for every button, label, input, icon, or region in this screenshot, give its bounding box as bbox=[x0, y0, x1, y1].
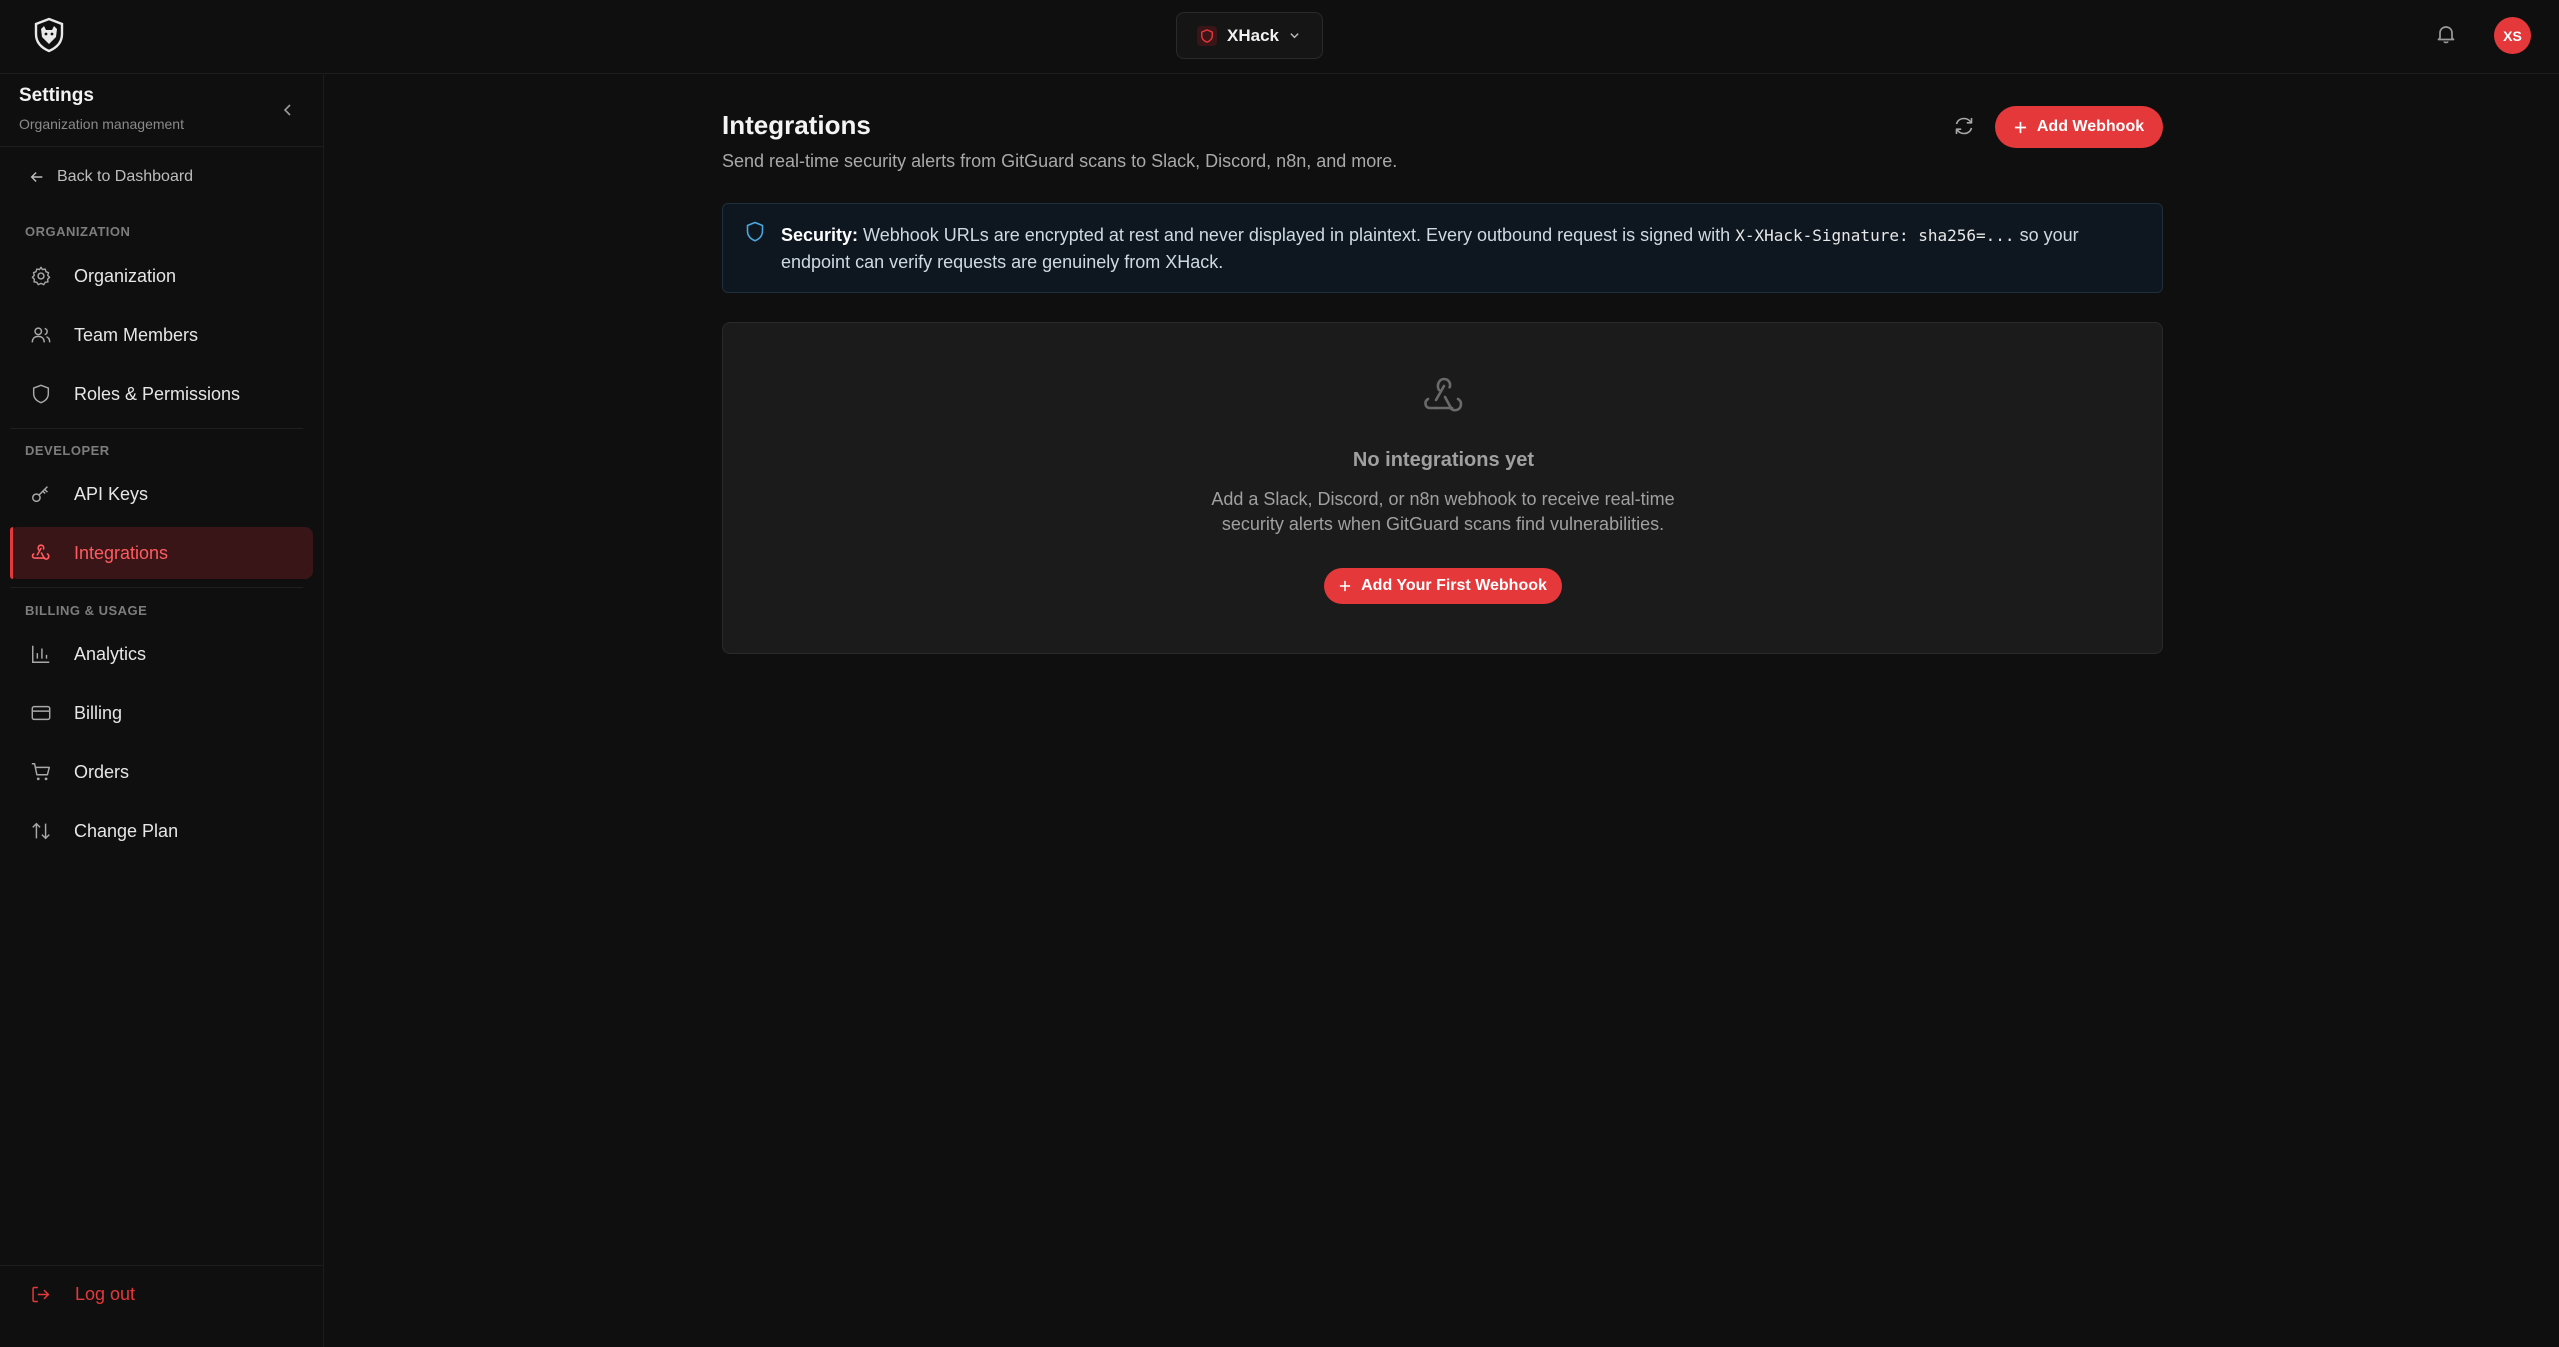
empty-state-card: No integrations yet Add a Slack, Discord… bbox=[722, 322, 2163, 654]
sidebar-subtitle: Organization management bbox=[19, 116, 184, 132]
bell-icon[interactable] bbox=[2434, 22, 2458, 46]
org-switcher[interactable]: XHack bbox=[1176, 12, 1323, 59]
sidebar-divider bbox=[10, 587, 303, 588]
section-label-billing-usage: BILLING & USAGE bbox=[25, 603, 148, 618]
empty-state-description: Add a Slack, Discord, or n8n webhook to … bbox=[1211, 489, 1675, 534]
sidebar-header: Settings Organization management bbox=[0, 75, 323, 147]
sidebar-item-label: Organization bbox=[74, 265, 177, 286]
webhook-icon bbox=[1420, 373, 1468, 419]
add-first-webhook-button[interactable]: Add Your First Webhook bbox=[1324, 568, 1562, 604]
security-notice: Security: Webhook URLs are encrypted at … bbox=[722, 203, 2163, 293]
user-avatar[interactable]: XS bbox=[2494, 17, 2531, 54]
section-label-organization: ORGANIZATION bbox=[25, 224, 131, 239]
shield-icon bbox=[745, 221, 765, 243]
notice-bold: Security: bbox=[781, 225, 859, 245]
sidebar-item-organization[interactable]: Organization bbox=[10, 250, 313, 302]
sidebar-item-orders[interactable]: Orders bbox=[10, 746, 313, 798]
sidebar-item-label: Analytics bbox=[74, 643, 147, 664]
sidebar-item-team-members[interactable]: Team Members bbox=[10, 309, 313, 361]
back-to-dashboard-link[interactable]: Back to Dashboard bbox=[29, 168, 193, 186]
sidebar-item-api-keys[interactable]: API Keys bbox=[10, 468, 313, 520]
logout-icon bbox=[30, 1284, 51, 1305]
sidebar-divider bbox=[10, 428, 303, 429]
org-shield-icon bbox=[1197, 25, 1217, 46]
sidebar: Settings Organization management Back to… bbox=[0, 75, 324, 1347]
sidebar-item-roles-permissions[interactable]: Roles & Permissions bbox=[10, 368, 313, 420]
sidebar-item-analytics[interactable]: Analytics bbox=[10, 628, 313, 680]
sidebar-item-label: Orders bbox=[74, 761, 130, 782]
org-name: XHack bbox=[1227, 25, 1279, 45]
cart-icon bbox=[30, 761, 52, 783]
sidebar-footer-divider bbox=[0, 1265, 323, 1266]
logout-button[interactable]: Log out bbox=[30, 1284, 135, 1305]
refresh-icon[interactable] bbox=[1952, 114, 1976, 138]
section-label-developer: DEVELOPER bbox=[25, 443, 110, 458]
plus-icon bbox=[2014, 121, 2027, 134]
sidebar-item-label: Integrations bbox=[74, 542, 169, 563]
gear-icon bbox=[30, 265, 52, 287]
notice-text-part: Webhook URLs are encrypted at rest and n… bbox=[858, 225, 1736, 245]
logout-label: Log out bbox=[75, 1284, 136, 1304]
sidebar-item-label: Roles & Permissions bbox=[74, 383, 241, 404]
logo-icon[interactable] bbox=[31, 17, 67, 53]
users-icon bbox=[30, 324, 52, 346]
empty-state-title: No integrations yet bbox=[1352, 449, 1535, 471]
sidebar-item-billing[interactable]: Billing bbox=[10, 687, 313, 739]
arrows-up-down-icon bbox=[30, 820, 52, 842]
back-to-dashboard-label: Back to Dashboard bbox=[57, 168, 194, 185]
sidebar-item-label: Billing bbox=[74, 702, 123, 723]
sidebar-item-integrations[interactable]: Integrations bbox=[10, 527, 313, 579]
shield-icon bbox=[30, 383, 52, 405]
webhook-icon bbox=[30, 542, 52, 564]
signature-header-code: X-XHack-Signature: sha256=... bbox=[1735, 226, 2015, 245]
add-first-webhook-label: Add Your First Webhook bbox=[1361, 577, 1547, 594]
sidebar-item-label: Team Members bbox=[74, 324, 199, 345]
key-icon bbox=[30, 483, 52, 505]
page-title: Integrations bbox=[722, 110, 871, 140]
top-bar: XHack XS bbox=[0, 0, 2559, 74]
add-webhook-label: Add Webhook bbox=[2036, 118, 2145, 135]
page-description: Send real-time security alerts from GitG… bbox=[722, 151, 1398, 171]
sidebar-item-label: Change Plan bbox=[74, 820, 179, 841]
security-notice-text: Security: Webhook URLs are encrypted at … bbox=[781, 222, 2131, 276]
add-webhook-button[interactable]: Add Webhook bbox=[1995, 106, 2163, 148]
sidebar-title: Settings bbox=[19, 85, 94, 106]
credit-card-icon bbox=[30, 702, 52, 724]
collapse-sidebar-icon[interactable] bbox=[279, 101, 297, 119]
arrow-left-icon bbox=[29, 169, 45, 185]
bar-chart-icon bbox=[30, 643, 52, 665]
chevron-down-icon bbox=[1289, 30, 1300, 41]
sidebar-item-change-plan[interactable]: Change Plan bbox=[10, 805, 313, 857]
plus-icon bbox=[1339, 580, 1351, 592]
sidebar-item-label: API Keys bbox=[74, 483, 149, 504]
